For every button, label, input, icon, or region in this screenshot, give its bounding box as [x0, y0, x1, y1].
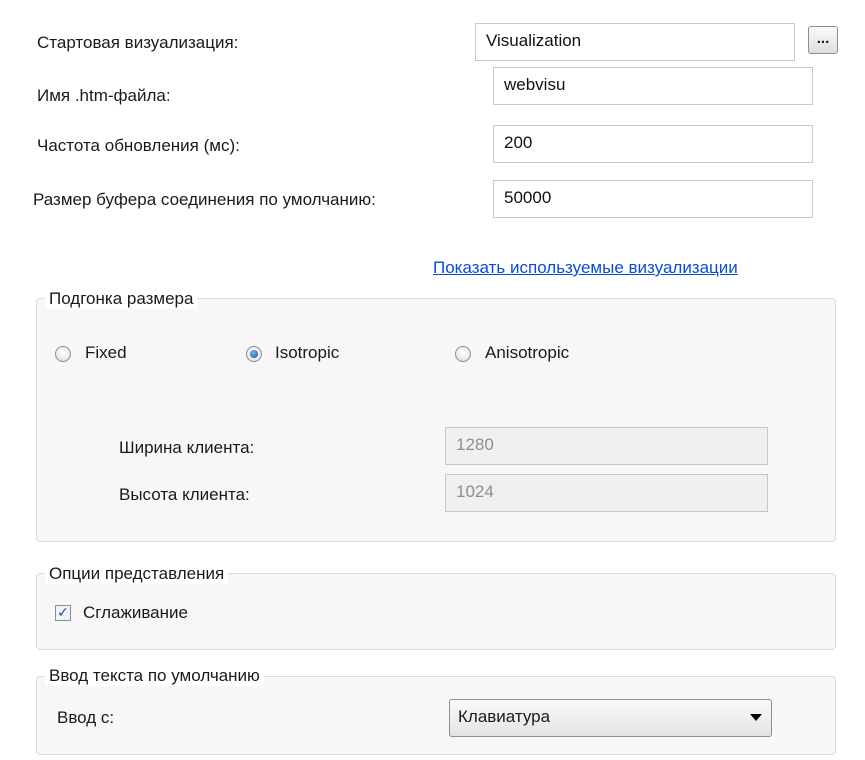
start-visu-field[interactable]: Visualization [475, 23, 795, 61]
chevron-down-icon [750, 714, 762, 721]
radio-anisotropic[interactable] [455, 346, 471, 362]
htm-name-field[interactable]: webvisu [493, 67, 813, 105]
radio-anisotropic-label[interactable]: Anisotropic [485, 343, 569, 363]
radio-isotropic-label[interactable]: Isotropic [275, 343, 339, 363]
antialiasing-label[interactable]: Сглаживание [83, 603, 188, 623]
scaling-group-title: Подгонка размера [45, 289, 198, 309]
client-height-field[interactable]: 1024 [445, 474, 768, 512]
buffer-size-field[interactable]: 50000 [493, 180, 813, 218]
presentation-group-title: Опции представления [45, 564, 229, 584]
webvisu-settings-panel: Стартовая визуализация: Visualization ..… [0, 0, 865, 760]
input-source-select[interactable]: Клавиатура [449, 699, 772, 737]
browse-button[interactable]: ... [808, 26, 838, 54]
client-width-field[interactable]: 1280 [445, 427, 768, 465]
antialiasing-checkbox[interactable]: ✓ [55, 605, 71, 621]
buffer-size-label: Размер буфера соединения по умолчанию: [33, 190, 376, 209]
refresh-rate-field[interactable]: 200 [493, 125, 813, 163]
input-source-value: Клавиатура [458, 707, 551, 726]
radio-fixed-label[interactable]: Fixed [85, 343, 127, 363]
show-used-visualizations-link[interactable]: Показать используемые визуализации [433, 258, 738, 278]
radio-isotropic[interactable] [246, 346, 262, 362]
htm-name-label: Имя .htm-файла: [37, 86, 171, 105]
text-input-group-title: Ввод текста по умолчанию [45, 666, 264, 686]
refresh-rate-label: Частота обновления (мс): [37, 136, 240, 155]
client-height-label: Высота клиента: [119, 485, 250, 504]
client-width-label: Ширина клиента: [119, 438, 255, 457]
input-source-label: Ввод с: [57, 708, 115, 727]
radio-fixed[interactable] [55, 346, 71, 362]
start-visu-label: Стартовая визуализация: [37, 33, 239, 52]
